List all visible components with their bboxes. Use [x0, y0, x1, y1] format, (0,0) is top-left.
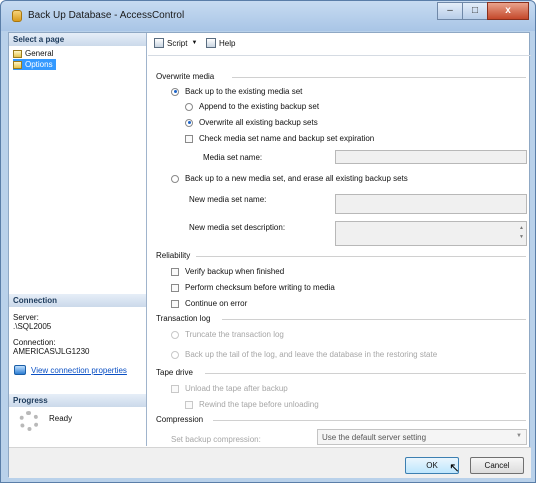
- dropdown-value: Use the default server setting: [322, 433, 427, 442]
- option-label: Check media set name and backup set expi…: [199, 134, 375, 143]
- window-controls: – □ x: [437, 2, 529, 20]
- verify-backup-checkbox[interactable]: Verify backup when finished: [171, 267, 284, 276]
- new-media-set-description-field[interactable]: ▲ ▼: [335, 221, 527, 246]
- option-label: Back up the tail of the log, and leave t…: [185, 350, 438, 359]
- maximize-button[interactable]: □: [462, 2, 488, 20]
- title-bar[interactable]: Back Up Database - AccessControl – □ x: [1, 1, 535, 31]
- option-label: Append to the existing backup set: [199, 102, 320, 111]
- script-button[interactable]: Script ▼: [154, 38, 197, 48]
- help-icon: [206, 38, 216, 48]
- dialog-client-area: Select a page General Options Connection…: [8, 32, 531, 478]
- new-media-set-name-label: New media set name:: [189, 195, 267, 204]
- script-label: Script: [167, 38, 188, 48]
- new-media-set-description-label: New media set description:: [189, 223, 286, 232]
- option-label: Perform checksum before writing to media: [185, 283, 335, 292]
- radio-unselected[interactable]: [185, 102, 193, 111]
- page-label: Options: [25, 60, 53, 69]
- continue-on-error-checkbox[interactable]: Continue on error: [171, 299, 247, 308]
- backup-compression-dropdown[interactable]: Use the default server setting ▼: [317, 429, 527, 445]
- button-bar: OK Cancel ↖: [9, 447, 531, 478]
- checkbox[interactable]: [171, 384, 179, 393]
- checkbox[interactable]: [171, 283, 179, 292]
- set-backup-compression-label: Set backup compression:: [171, 435, 261, 444]
- transaction-log-group-label: Transaction log: [156, 314, 211, 323]
- select-page-header: Select a page: [9, 33, 146, 46]
- option-label: Verify backup when finished: [185, 267, 285, 276]
- truncate-log-option[interactable]: Truncate the transaction log: [171, 330, 284, 339]
- script-icon: [154, 38, 164, 48]
- option-label: Back up to the existing media set: [185, 87, 303, 96]
- page-item-general[interactable]: General: [13, 48, 56, 59]
- mouse-pointer-icon: ↖: [449, 460, 460, 475]
- radio-unselected[interactable]: [171, 350, 179, 359]
- chevron-down-icon[interactable]: ▼: [516, 433, 522, 439]
- append-backup-set-option[interactable]: Append to the existing backup set: [185, 102, 319, 111]
- database-icon: [12, 10, 22, 22]
- close-button[interactable]: x: [487, 2, 529, 20]
- left-pane: Select a page General Options Connection…: [9, 33, 147, 446]
- backup-new-media-option[interactable]: Back up to a new media set, and erase al…: [171, 174, 408, 183]
- window-title: Back Up Database - AccessControl: [28, 10, 185, 21]
- radio-unselected[interactable]: [171, 174, 179, 183]
- help-button[interactable]: Help: [206, 38, 235, 48]
- page-icon: [13, 49, 22, 58]
- option-label: Truncate the transaction log: [185, 330, 284, 339]
- page-item-options[interactable]: Options: [13, 59, 56, 70]
- radio-selected[interactable]: [171, 87, 179, 96]
- compression-group-label: Compression: [156, 415, 204, 424]
- page-label: General: [25, 49, 54, 58]
- progress-spinner-icon: [19, 411, 39, 431]
- overwrite-media-group-label: Overwrite media: [156, 72, 215, 81]
- view-connection-properties-link[interactable]: View connection properties: [31, 366, 127, 375]
- radio-selected[interactable]: [185, 118, 193, 127]
- connection-properties-icon[interactable]: [14, 365, 26, 375]
- option-label: Continue on error: [185, 299, 248, 308]
- rewind-tape-checkbox[interactable]: Rewind the tape before unloading: [185, 400, 319, 409]
- connection-value: AMERICAS\JLG1230: [13, 347, 90, 356]
- group-divider: [232, 77, 526, 78]
- radio-unselected[interactable]: [171, 330, 179, 339]
- tape-drive-group-label: Tape drive: [156, 368, 193, 377]
- group-divider: [196, 256, 526, 257]
- progress-status: Ready: [49, 414, 73, 423]
- scroll-up-icon[interactable]: ▲: [519, 225, 524, 232]
- chevron-down-icon[interactable]: ▼: [191, 40, 197, 46]
- option-label: Rewind the tape before unloading: [199, 400, 319, 409]
- media-set-name-label: Media set name:: [203, 153, 263, 162]
- minimize-button[interactable]: –: [437, 2, 463, 20]
- option-label: Unload the tape after backup: [185, 384, 288, 393]
- toolbar-divider: [148, 55, 531, 56]
- unload-tape-checkbox[interactable]: Unload the tape after backup: [171, 384, 288, 393]
- group-divider: [213, 420, 526, 421]
- reliability-group-label: Reliability: [156, 251, 191, 260]
- new-media-set-name-field[interactable]: [335, 194, 527, 214]
- toolbar: Script ▼ Help: [148, 33, 531, 55]
- page-icon: [13, 60, 22, 69]
- scroll-down-icon[interactable]: ▼: [519, 234, 524, 241]
- connection-header: Connection: [9, 294, 146, 307]
- backup-tail-of-log-option[interactable]: Back up the tail of the log, and leave t…: [171, 350, 437, 359]
- server-value: .\SQL2005: [13, 322, 52, 331]
- progress-header: Progress: [9, 394, 146, 407]
- option-label: Overwrite all existing backup sets: [199, 118, 318, 127]
- backup-existing-media-option[interactable]: Back up to the existing media set: [171, 87, 302, 96]
- backup-database-dialog: Back Up Database - AccessControl – □ x S…: [0, 0, 536, 483]
- checkbox[interactable]: [185, 400, 193, 409]
- check-media-set-name-checkbox[interactable]: Check media set name and backup set expi…: [185, 134, 374, 143]
- option-label: Back up to a new media set, and erase al…: [185, 174, 408, 183]
- cancel-button[interactable]: Cancel: [470, 457, 524, 474]
- overwrite-all-backup-sets-option[interactable]: Overwrite all existing backup sets: [185, 118, 318, 127]
- checkbox[interactable]: [171, 299, 179, 308]
- group-divider: [205, 373, 526, 374]
- checkbox[interactable]: [171, 267, 179, 276]
- group-divider: [222, 319, 526, 320]
- media-set-name-field[interactable]: [335, 150, 527, 164]
- perform-checksum-checkbox[interactable]: Perform checksum before writing to media: [171, 283, 335, 292]
- help-label: Help: [219, 38, 236, 48]
- checkbox[interactable]: [185, 134, 193, 143]
